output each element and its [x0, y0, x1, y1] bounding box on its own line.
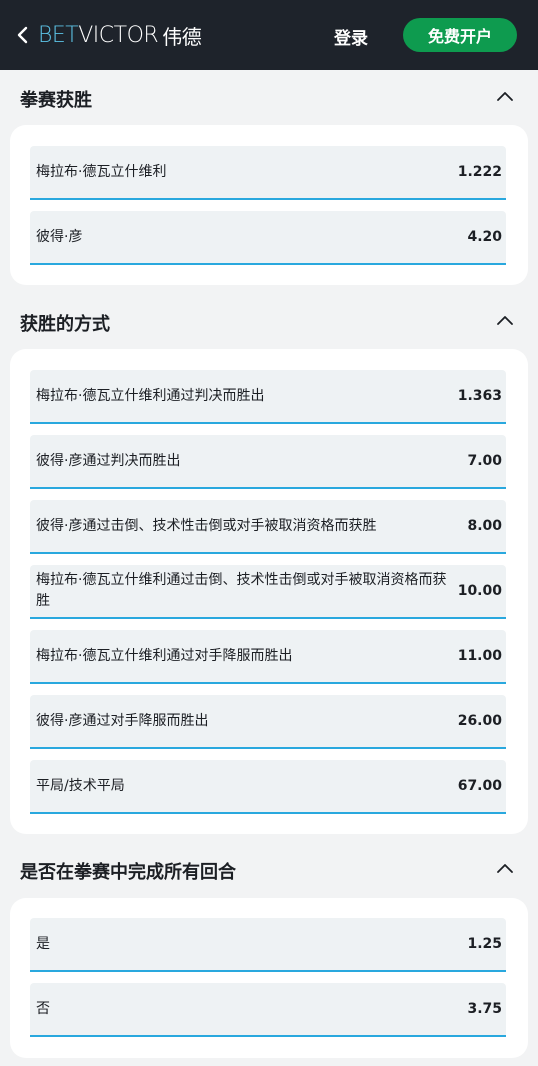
- selection-name: 是: [36, 935, 50, 952]
- selection-name: 彼得·彦通过判决而胜出: [36, 452, 181, 469]
- top-header: BET VICTOR 伟德 登录 免费开户: [0, 0, 538, 70]
- selection-row[interactable]: 彼得·彦通过击倒、技术性击倒或对手被取消资格而获胜 8.00: [30, 500, 506, 554]
- selection-row[interactable]: 否 3.75: [30, 983, 506, 1037]
- selection-odds: 7.00: [467, 453, 502, 469]
- section-header-fight-winner[interactable]: 拳赛获胜: [0, 74, 538, 120]
- selection-row[interactable]: 梅拉布·德瓦立什维利通过击倒、技术性击倒或对手被取消资格而获胜 10.00: [30, 565, 506, 619]
- selection-odds: 8.00: [467, 518, 502, 534]
- selection-odds: 1.222: [457, 164, 502, 180]
- market-list: 拳赛获胜 梅拉布·德瓦立什维利 1.222 彼得·彦 4.20 获胜的方式 梅拉…: [0, 70, 538, 1066]
- selection-row[interactable]: 彼得·彦通过判决而胜出 7.00: [30, 435, 506, 489]
- selection-row[interactable]: 是 1.25: [30, 918, 506, 972]
- section-title: 拳赛获胜: [20, 90, 92, 111]
- selection-row[interactable]: 梅拉布·德瓦立什维利通过判决而胜出 1.363: [30, 370, 506, 424]
- section-title: 是否在拳赛中完成所有回合: [20, 862, 236, 883]
- betvictor-logo[interactable]: BET VICTOR 伟德: [38, 20, 202, 50]
- login-button[interactable]: 登录: [334, 24, 368, 49]
- selection-odds: 26.00: [457, 713, 502, 729]
- selection-odds: 67.00: [457, 778, 502, 794]
- section-title: 获胜的方式: [20, 314, 110, 335]
- selection-name: 梅拉布·德瓦立什维利通过击倒、技术性击倒或对手被取消资格而获胜: [36, 572, 447, 609]
- signup-button[interactable]: 免费开户: [403, 18, 517, 52]
- selection-odds: 10.00: [457, 583, 502, 599]
- selection-row[interactable]: 彼得·彦通过对手降服而胜出 26.00: [30, 695, 506, 749]
- chevron-left-icon: [17, 26, 28, 44]
- selection-name: 梅拉布·德瓦立什维利通过判决而胜出: [36, 387, 265, 404]
- chevron-up-icon[interactable]: [495, 313, 515, 327]
- selection-row[interactable]: 梅拉布·德瓦立什维利 1.222: [30, 146, 506, 200]
- selection-odds: 3.75: [467, 1001, 502, 1017]
- selection-name: 梅拉布·德瓦立什维利通过对手降服而胜出: [36, 647, 293, 664]
- selection-row[interactable]: 彼得·彦 4.20: [30, 211, 506, 265]
- selection-odds: 1.363: [457, 388, 502, 404]
- selection-odds: 11.00: [457, 648, 502, 664]
- logo-chinese-text: 伟德: [162, 24, 202, 49]
- selection-row[interactable]: 梅拉布·德瓦立什维利通过对手降服而胜出 11.00: [30, 630, 506, 684]
- selection-odds: 4.20: [467, 229, 502, 245]
- logo-bet-text: BET: [38, 22, 79, 48]
- selection-name: 彼得·彦通过对手降服而胜出: [36, 712, 209, 729]
- selection-odds: 1.25: [467, 936, 502, 952]
- section-header-method-of-victory[interactable]: 获胜的方式: [0, 298, 538, 344]
- chevron-up-icon[interactable]: [495, 89, 515, 103]
- chevron-up-icon[interactable]: [495, 861, 515, 875]
- selection-name: 梅拉布·德瓦立什维利: [36, 163, 167, 180]
- logo-victor-text: VICTOR: [78, 22, 159, 48]
- section-header-go-the-distance[interactable]: 是否在拳赛中完成所有回合: [0, 846, 538, 892]
- selection-name: 否: [36, 1000, 50, 1017]
- back-button[interactable]: [12, 22, 36, 48]
- selection-name: 彼得·彦通过击倒、技术性击倒或对手被取消资格而获胜: [36, 517, 377, 534]
- selection-row[interactable]: 平局/技术平局 67.00: [30, 760, 506, 814]
- selection-name: 平局/技术平局: [36, 777, 125, 794]
- selection-name: 彼得·彦: [36, 228, 83, 245]
